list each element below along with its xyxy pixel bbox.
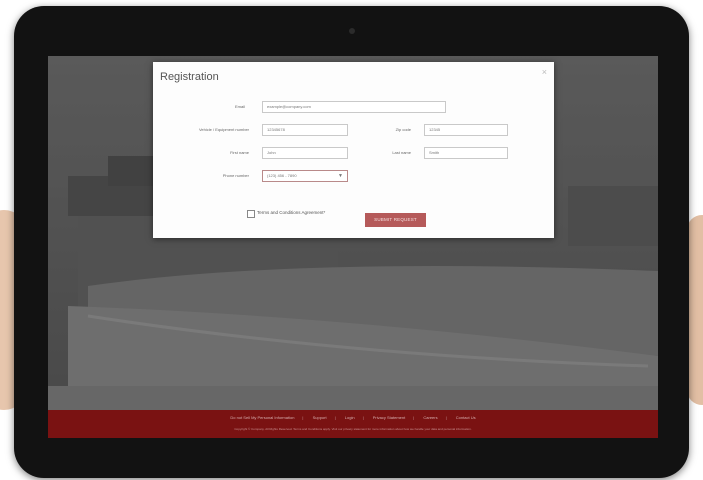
- last-name-field[interactable]: Smith: [424, 147, 508, 159]
- camera-dot: [349, 28, 355, 34]
- footer-link-support[interactable]: Support: [313, 415, 327, 420]
- first-name-field[interactable]: John: [262, 147, 348, 159]
- email-field[interactable]: example@company.com: [262, 101, 446, 113]
- tablet-screen: Registration × Email example@company.com…: [48, 56, 658, 438]
- close-icon[interactable]: ×: [542, 67, 547, 77]
- first-name-label: First name: [230, 150, 249, 155]
- terms-checkbox[interactable]: [247, 210, 255, 218]
- footer-link-privacy[interactable]: Privacy Statement: [373, 415, 405, 420]
- footer-link-do-not-sell[interactable]: Do not Sell My Personal Information: [230, 415, 294, 420]
- copyright-text: Copyright © Company. All Rights Reserved…: [234, 427, 472, 431]
- footer-link-login[interactable]: Login: [345, 415, 355, 420]
- email-label: Email: [234, 104, 245, 109]
- footer-link-careers[interactable]: Careers: [423, 415, 437, 420]
- chevron-down-icon: ▼: [338, 173, 343, 179]
- phone-value: (123) 456 - 7890: [267, 173, 297, 178]
- vehicle-number-label: Vehicle / Equipment number: [198, 127, 249, 132]
- phone-label: Phone number: [222, 173, 249, 178]
- footer-link-contact[interactable]: Contact Us: [456, 415, 476, 420]
- last-name-label: Last name: [392, 150, 411, 155]
- modal-title: Registration: [160, 71, 219, 83]
- registration-modal: Registration × Email example@company.com…: [153, 62, 554, 238]
- footer: Do not Sell My Personal Information | Sup…: [48, 410, 658, 438]
- zip-code-label: Zip code: [395, 127, 411, 132]
- footer-nav: Do not Sell My Personal Information | Sup…: [230, 415, 476, 420]
- right-hand: [687, 215, 703, 405]
- vehicle-number-field[interactable]: 12345678: [262, 124, 348, 136]
- phone-field[interactable]: (123) 456 - 7890 ▼: [262, 170, 348, 182]
- zip-code-field[interactable]: 12345: [424, 124, 508, 136]
- terms-label: Terms and Conditions Agreement*: [257, 210, 326, 215]
- submit-request-button[interactable]: SUBMIT REQUEST: [365, 213, 426, 227]
